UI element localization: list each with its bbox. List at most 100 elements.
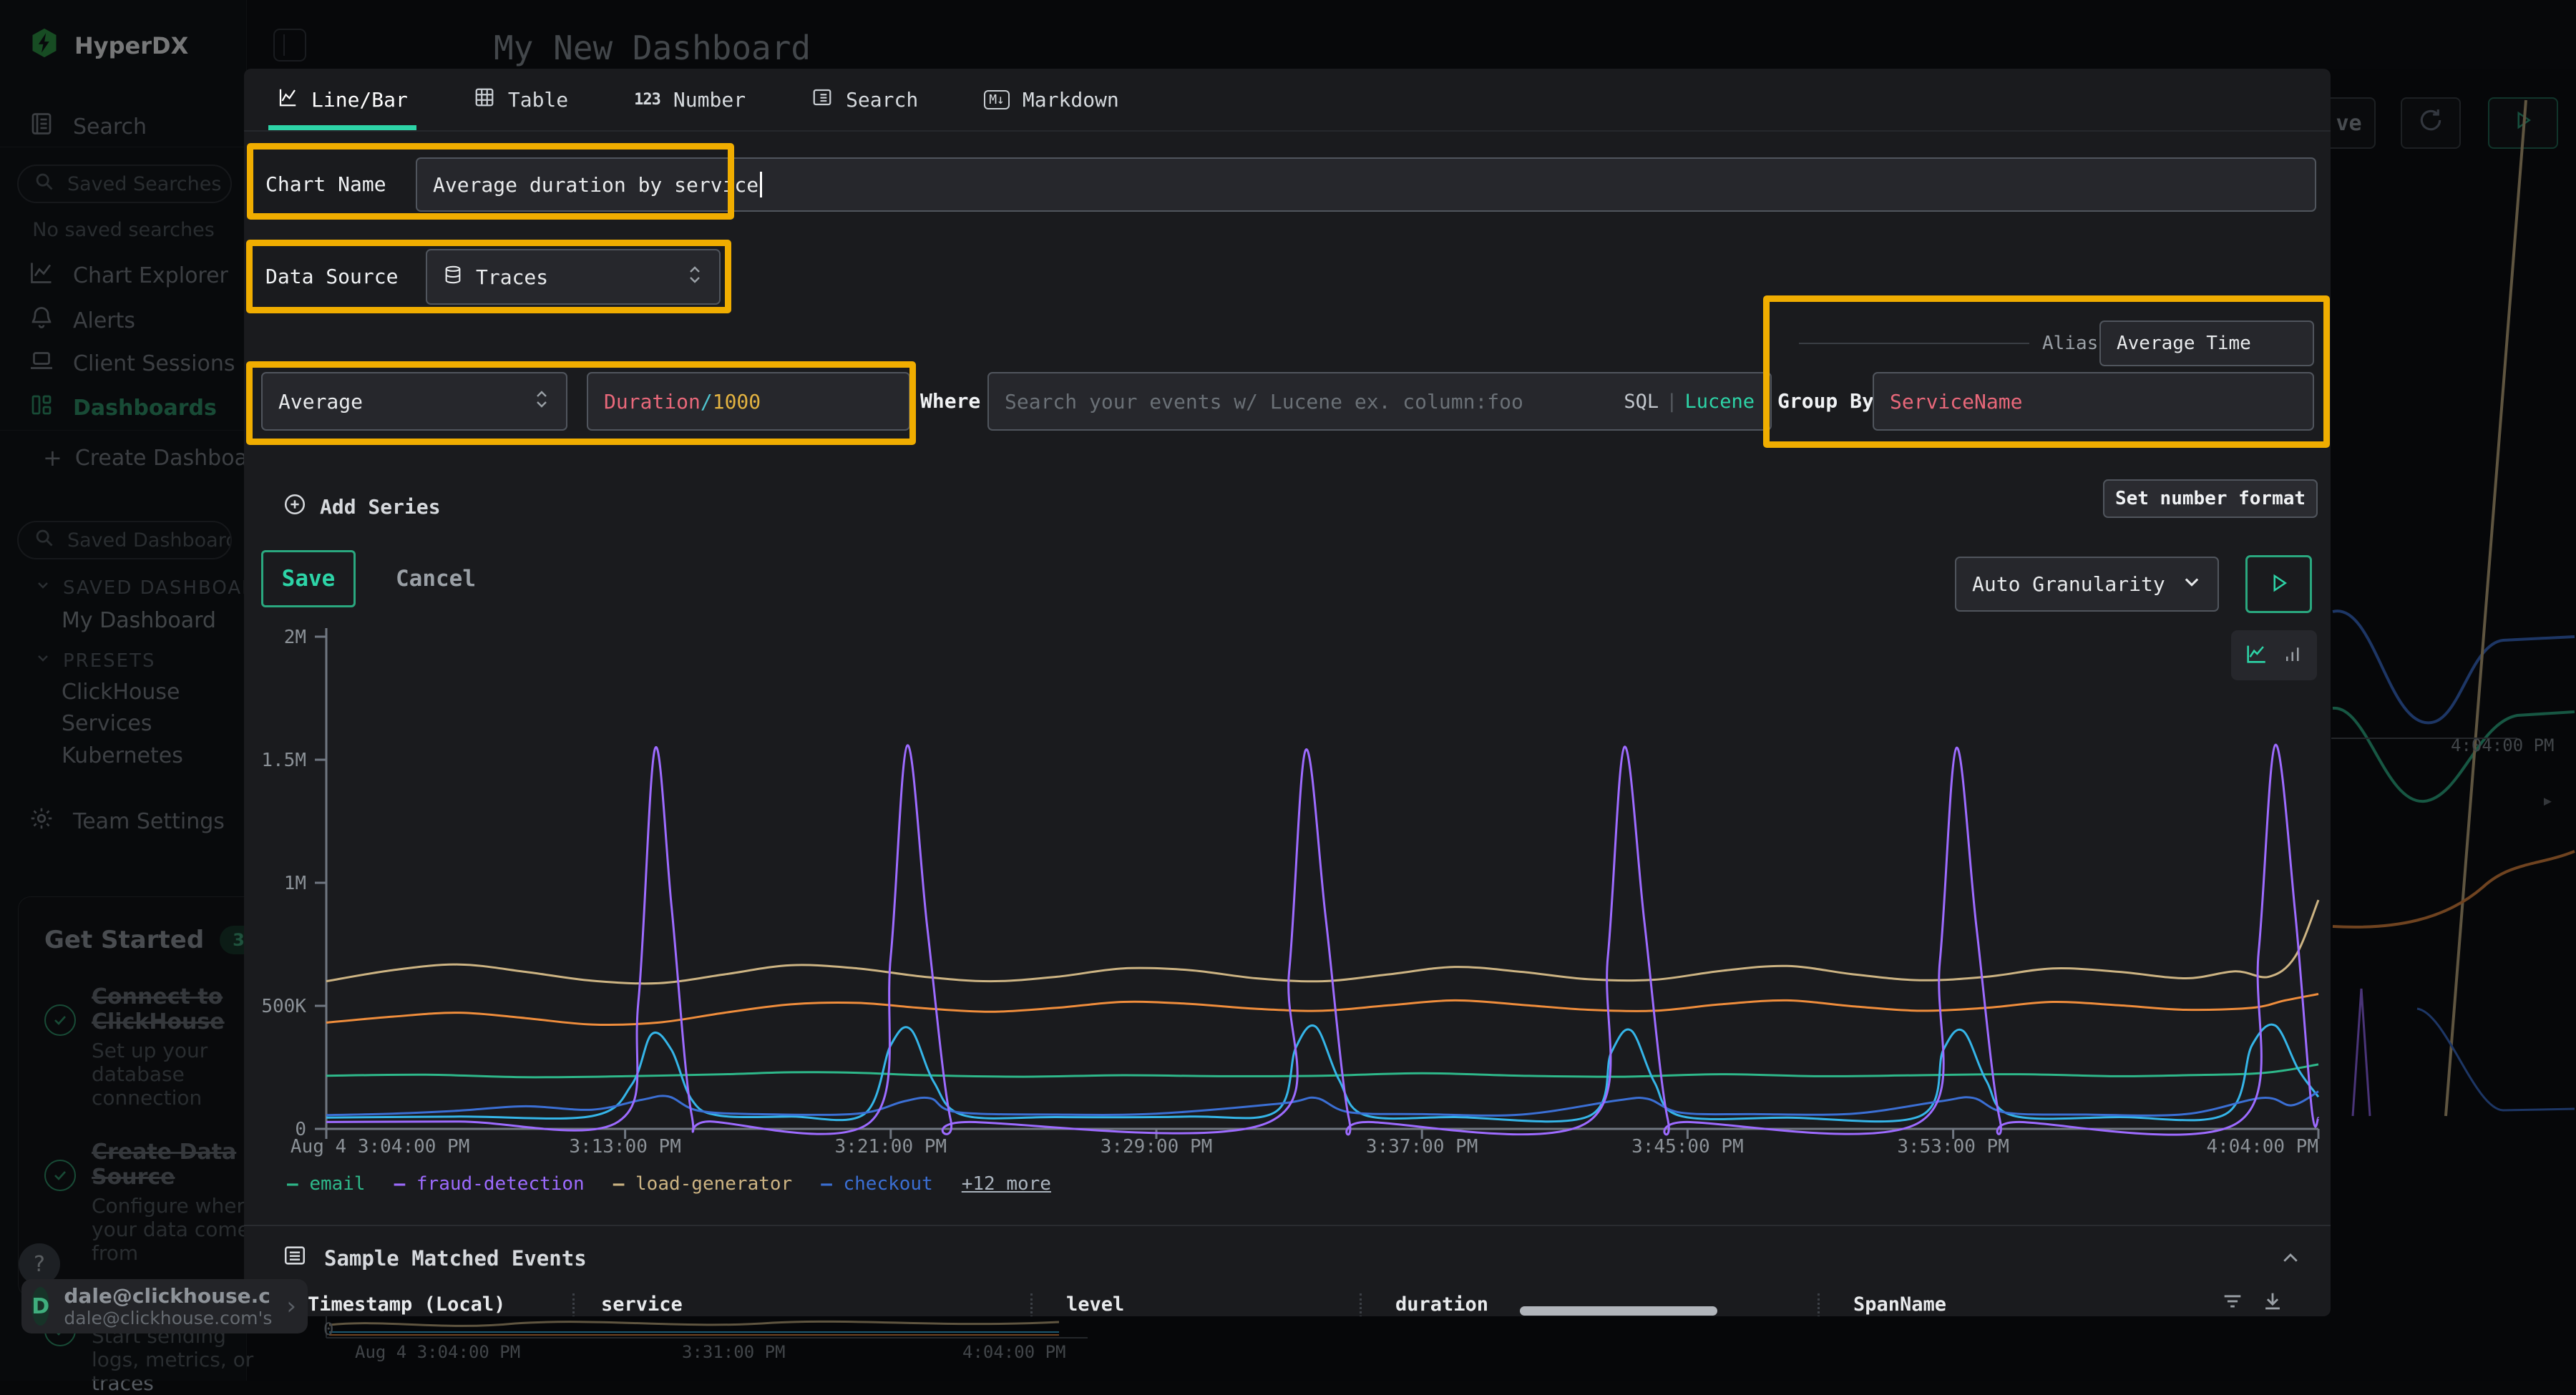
timeseries-chart[interactable]: 0500K1M1.5M2M bbox=[244, 620, 2331, 1149]
x-tick-label: 3:53:00 PM bbox=[1897, 1136, 2009, 1157]
user-menu[interactable]: D dale@clickhouse.c dale@clickhouse.com'… bbox=[21, 1279, 308, 1333]
save-button[interactable]: Save bbox=[261, 550, 356, 607]
column-header-timestamp[interactable]: Timestamp (Local) bbox=[308, 1293, 505, 1316]
column-header-spanname[interactable]: SpanName bbox=[1853, 1293, 1946, 1316]
chart-name-value: Average duration by service bbox=[433, 173, 758, 197]
legend-item-fraud-detection[interactable]: — fraud-detection bbox=[394, 1173, 585, 1195]
tab-label: Markdown bbox=[1023, 88, 1119, 112]
legend-item-load-generator[interactable]: — load-generator bbox=[613, 1173, 792, 1195]
x-tick-label: 3:21:00 PM bbox=[835, 1136, 947, 1157]
alias-label: Alias bbox=[2042, 320, 2098, 366]
where-search-input[interactable]: Search your events w/ Lucene ex. column:… bbox=[987, 372, 1772, 431]
data-source-label: Data Source bbox=[265, 249, 398, 305]
download-icon[interactable] bbox=[2260, 1289, 2285, 1316]
alias-input[interactable]: Average Time bbox=[2099, 320, 2314, 366]
cancel-button[interactable]: Cancel bbox=[396, 550, 476, 607]
markdown-icon: M↓ bbox=[984, 90, 1010, 109]
tab-search[interactable]: Search bbox=[811, 69, 918, 130]
tab-number[interactable]: 123 Number bbox=[634, 69, 746, 130]
sample-matched-events-label: Sample Matched Events bbox=[324, 1246, 587, 1271]
column-separator bbox=[1360, 1293, 1362, 1316]
column-separator bbox=[1030, 1293, 1033, 1316]
chart-legend: — email — fraud-detection — load-generator… bbox=[287, 1173, 1051, 1195]
set-number-format-button[interactable]: Set number format bbox=[2103, 479, 2318, 518]
separator: | bbox=[1659, 391, 1684, 413]
chart-name-label: Chart Name bbox=[265, 157, 386, 212]
group-by-label: Group By bbox=[1777, 372, 1874, 431]
group-by-input[interactable]: ServiceName bbox=[1873, 372, 2314, 431]
query-language-toggle[interactable]: SQL|Lucene bbox=[1624, 391, 1755, 413]
chevrons-up-down-icon bbox=[686, 264, 703, 290]
x-tick-label: 3:13:00 PM bbox=[569, 1136, 681, 1157]
column-separator bbox=[1818, 1293, 1820, 1316]
legend-item-email[interactable]: — email bbox=[287, 1173, 366, 1195]
data-source-select[interactable]: Traces bbox=[426, 249, 721, 305]
where-label: Where bbox=[920, 372, 980, 431]
x-tick-label: 3:45:00 PM bbox=[1631, 1136, 1744, 1157]
sql-option[interactable]: SQL bbox=[1624, 391, 1659, 413]
field-expression-input[interactable]: Duration/1000 bbox=[587, 372, 910, 431]
column-separator bbox=[572, 1293, 575, 1316]
tab-table[interactable]: Table bbox=[474, 69, 568, 130]
tab-label: Line/Bar bbox=[311, 88, 408, 112]
number-token: 1000 bbox=[713, 390, 761, 413]
chart-line-icon bbox=[277, 87, 298, 113]
list-icon bbox=[283, 1243, 307, 1273]
edit-chart-modal: Line/Bar Table 123 Number Search M↓ Mark… bbox=[244, 69, 2331, 1316]
where-placeholder: Search your events w/ Lucene ex. column:… bbox=[1005, 390, 1523, 413]
cancel-label: Cancel bbox=[396, 566, 476, 592]
chevrons-up-down-icon bbox=[533, 388, 550, 415]
data-source-value: Traces bbox=[476, 265, 548, 289]
svg-text:2M: 2M bbox=[284, 627, 306, 648]
column-header-service[interactable]: service bbox=[601, 1293, 683, 1316]
chevron-down-icon bbox=[2182, 572, 2202, 597]
legend-item-checkout[interactable]: — checkout bbox=[821, 1173, 933, 1195]
database-icon bbox=[443, 265, 463, 290]
list-icon bbox=[811, 87, 833, 113]
granularity-select[interactable]: Auto Granularity bbox=[1955, 557, 2219, 612]
tab-markdown[interactable]: M↓ Markdown bbox=[984, 69, 1119, 130]
tab-label: Number bbox=[673, 88, 746, 112]
x-tick-label: 3:37:00 PM bbox=[1366, 1136, 1478, 1157]
field-token: Duration bbox=[604, 390, 701, 413]
tab-label: Search bbox=[846, 88, 918, 112]
column-header-level[interactable]: level bbox=[1066, 1293, 1124, 1316]
add-series-label: Add Series bbox=[320, 495, 441, 519]
lucene-option[interactable]: Lucene bbox=[1684, 391, 1755, 413]
aggregation-select[interactable]: Average bbox=[261, 372, 567, 431]
user-email: dale@clickhouse.c bbox=[64, 1284, 272, 1308]
divider bbox=[244, 1225, 2331, 1226]
x-tick-label: 4:04:00 PM bbox=[2206, 1136, 2318, 1157]
chart-name-input[interactable]: Average duration by service bbox=[416, 157, 2316, 212]
set-number-format-label: Set number format bbox=[2115, 488, 2306, 509]
alias-value: Average Time bbox=[2117, 333, 2251, 354]
svg-text:500K: 500K bbox=[261, 996, 306, 1017]
chevron-up-icon[interactable] bbox=[2280, 1248, 2301, 1272]
table-grid-icon bbox=[474, 87, 495, 113]
sample-matched-events-header[interactable]: Sample Matched Events bbox=[283, 1243, 587, 1273]
user-team: dale@clickhouse.com's bbox=[64, 1308, 272, 1328]
x-tick-label: 3:29:00 PM bbox=[1101, 1136, 1213, 1157]
x-tick-label: Aug 4 3:04:00 PM bbox=[291, 1136, 469, 1157]
aggregation-value: Average bbox=[278, 390, 363, 413]
horizontal-scrollbar[interactable] bbox=[1520, 1306, 1717, 1316]
column-header-duration[interactable]: duration bbox=[1395, 1293, 1488, 1316]
series-more-1 bbox=[326, 994, 2318, 1025]
save-label: Save bbox=[282, 566, 336, 592]
avatar: D bbox=[31, 1287, 49, 1326]
add-series-button[interactable]: Add Series bbox=[283, 492, 441, 522]
play-icon bbox=[2268, 572, 2290, 597]
operator-token: / bbox=[701, 390, 713, 413]
chart-type-tabs: Line/Bar Table 123 Number Search M↓ Mark… bbox=[244, 69, 2331, 132]
chart-x-axis-labels: Aug 4 3:04:00 PM 3:13:00 PM 3:21:00 PM 3:29… bbox=[244, 1136, 2331, 1165]
tab-line-bar[interactable]: Line/Bar bbox=[277, 69, 408, 130]
run-query-button[interactable] bbox=[2245, 555, 2312, 613]
filter-lines-icon[interactable] bbox=[2220, 1289, 2245, 1316]
chevron-right-icon: › bbox=[286, 1292, 296, 1321]
legend-more-link[interactable]: +12 more bbox=[962, 1173, 1051, 1195]
alias-connector-line bbox=[1799, 343, 2029, 344]
tab-label: Table bbox=[508, 88, 568, 112]
granularity-value: Auto Granularity bbox=[1972, 572, 2165, 596]
plus-circle-icon bbox=[283, 492, 307, 522]
text-cursor bbox=[760, 172, 762, 197]
